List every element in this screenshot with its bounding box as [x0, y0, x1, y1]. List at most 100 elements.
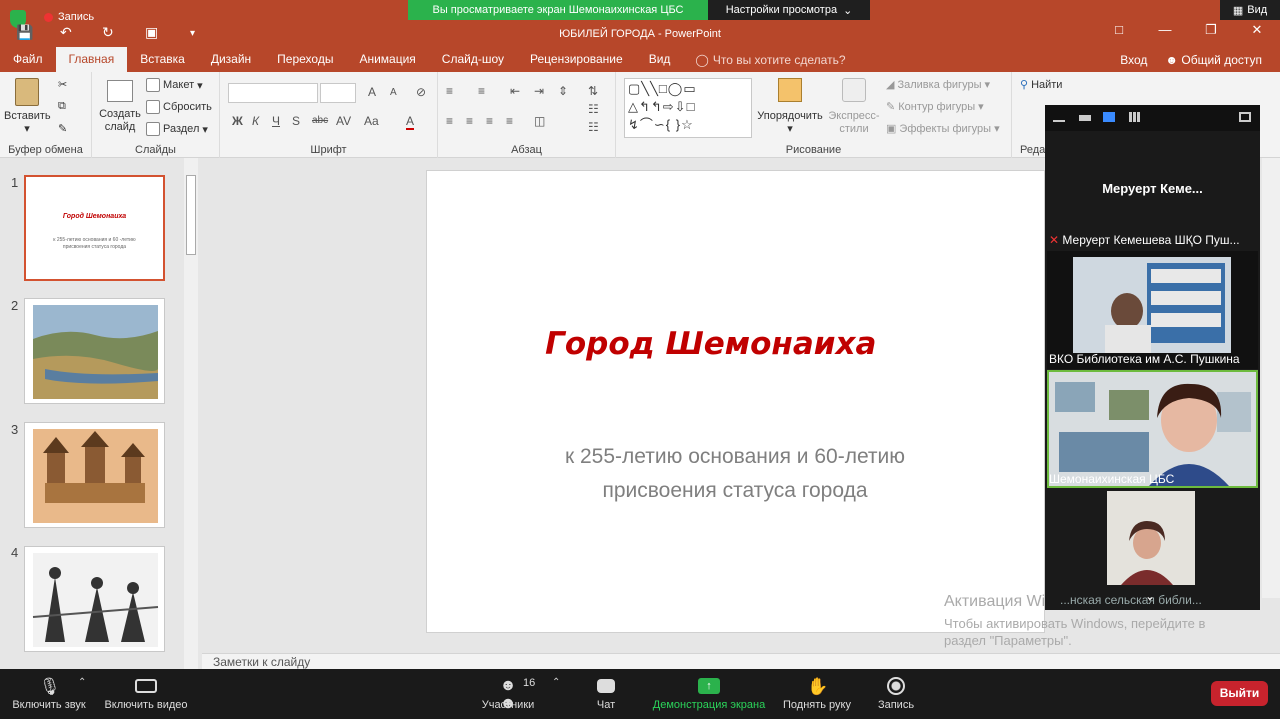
- justify-icon[interactable]: ≡: [506, 114, 513, 128]
- slide-subtitle[interactable]: к 255-летию основания и 60-летию присвое…: [470, 440, 1000, 508]
- view-button[interactable]: ▦ Вид: [1220, 0, 1280, 20]
- bullets-icon[interactable]: ≡: [446, 84, 453, 98]
- share-button[interactable]: ☻ Общий доступ: [1165, 53, 1262, 67]
- tab-slideshow[interactable]: Слайд-шоу: [429, 47, 517, 72]
- cut-icon[interactable]: ✂: [58, 78, 67, 91]
- person-icon: ☻: [1165, 52, 1182, 67]
- shrink-font-icon[interactable]: A: [390, 87, 397, 98]
- reset-label: Сбросить: [163, 101, 212, 113]
- tab-file[interactable]: Файл: [0, 47, 56, 72]
- quick-styles-icon: [842, 78, 866, 102]
- search-icon: ⚲: [1020, 79, 1029, 91]
- layout-button[interactable]: Макет ▾: [146, 78, 203, 92]
- convert-smartart-icon[interactable]: ☷: [588, 120, 599, 134]
- align-left-icon[interactable]: ≡: [446, 114, 453, 128]
- tab-design[interactable]: Дизайн: [198, 47, 264, 72]
- slide-scrollbar[interactable]: [1262, 158, 1280, 598]
- thumbnail-scrollbar-thumb[interactable]: [186, 175, 196, 255]
- font-size-select[interactable]: [320, 83, 356, 103]
- shape-effects-button[interactable]: ▣ Эффекты фигуры ▾: [886, 122, 1000, 136]
- align-center-icon[interactable]: ≡: [466, 114, 473, 128]
- reset-icon: [146, 100, 160, 114]
- participants-options-chevron-icon[interactable]: ⌃: [552, 677, 560, 688]
- shadow-button[interactable]: S: [292, 114, 300, 128]
- audio-options-chevron-icon[interactable]: ⌃: [78, 677, 86, 688]
- bold-button[interactable]: Ж: [232, 114, 243, 128]
- speaker-view-icon[interactable]: [1103, 112, 1115, 122]
- section-button[interactable]: Раздел ▾: [146, 122, 208, 136]
- participant-video-tile[interactable]: [1107, 491, 1195, 585]
- scroll-down-chevron-icon[interactable]: ⌄: [1145, 589, 1155, 603]
- slide-title[interactable]: Город Шемонаиха: [401, 326, 1020, 362]
- raise-hand-button[interactable]: ✋ Поднять руку: [778, 669, 856, 719]
- change-case-button[interactable]: Aa: [364, 114, 379, 128]
- participant-count: 16: [523, 677, 536, 689]
- find-button[interactable]: ⚲ Найти: [1020, 78, 1063, 92]
- gallery-view-icon[interactable]: [1129, 112, 1141, 122]
- decrease-indent-icon[interactable]: ⇤: [510, 84, 520, 98]
- font-family-select[interactable]: [228, 83, 318, 103]
- tab-animations[interactable]: Анимация: [346, 47, 428, 72]
- tab-transitions[interactable]: Переходы: [264, 47, 346, 72]
- shapes-gallery[interactable]: ▢╲╲□◯▭ △↰↰⇨⇩□ ↯⌒∽{ }☆: [624, 78, 752, 138]
- character-spacing-button[interactable]: AV: [336, 114, 351, 128]
- single-view-icon[interactable]: [1079, 115, 1091, 121]
- record-button[interactable]: Запись: [870, 669, 922, 719]
- muted-mic-icon: 🎙: [39, 677, 61, 696]
- slide-thumbnail-4[interactable]: [24, 546, 165, 652]
- italic-button[interactable]: К: [252, 114, 259, 128]
- find-label: Найти: [1031, 78, 1063, 91]
- popout-icon[interactable]: [1239, 112, 1251, 122]
- clear-formatting-icon[interactable]: ⊘: [416, 85, 426, 99]
- restore-icon[interactable]: ❐: [1188, 22, 1234, 38]
- start-video-button[interactable]: Включить видео: [100, 669, 192, 719]
- tab-review[interactable]: Рецензирование: [517, 47, 636, 72]
- increase-indent-icon[interactable]: ⇥: [534, 84, 544, 98]
- close-icon[interactable]: ✕: [1234, 22, 1280, 38]
- align-text-icon[interactable]: ☷: [588, 102, 599, 116]
- share-screen-button[interactable]: ↑ Демонстрация экрана: [648, 669, 770, 719]
- video-off-icon: [135, 679, 157, 693]
- start-video-label: Включить видео: [104, 699, 188, 711]
- reset-button[interactable]: Сбросить: [146, 100, 212, 114]
- align-right-icon[interactable]: ≡: [486, 114, 493, 128]
- numbering-icon[interactable]: ≡: [478, 84, 485, 98]
- participant-video-tile-active[interactable]: [1047, 370, 1258, 488]
- current-slide[interactable]: [426, 170, 1045, 633]
- copy-icon[interactable]: ⧉: [58, 100, 66, 113]
- sign-in-link[interactable]: Вход: [1120, 53, 1147, 67]
- ribbon-display-options-icon[interactable]: □: [1096, 22, 1142, 38]
- arrange-button[interactable]: Упорядочить ▾: [754, 78, 826, 136]
- chat-button[interactable]: Чат: [580, 669, 632, 719]
- line-spacing-icon[interactable]: ⇕: [558, 84, 568, 98]
- format-painter-icon[interactable]: ✎: [58, 122, 67, 135]
- effects-icon: ▣: [886, 123, 897, 135]
- font-color-button[interactable]: A: [406, 114, 415, 130]
- tab-view[interactable]: Вид: [636, 47, 684, 72]
- slide-thumbnail-3[interactable]: [24, 422, 165, 528]
- tab-home[interactable]: Главная: [55, 47, 128, 72]
- columns-icon[interactable]: ◫: [534, 114, 545, 128]
- underline-button[interactable]: Ч: [272, 114, 280, 128]
- strikethrough-button[interactable]: abc: [312, 115, 328, 126]
- shape-fill-button[interactable]: ◢ Заливка фигуры ▾: [886, 78, 990, 92]
- minimize-icon[interactable]: —: [1142, 22, 1188, 38]
- grow-font-icon[interactable]: A: [368, 85, 376, 99]
- new-slide-button[interactable]: Создать слайд: [96, 80, 144, 134]
- leave-meeting-button[interactable]: Выйти: [1211, 681, 1268, 706]
- text-direction-icon[interactable]: ⇅: [588, 84, 598, 98]
- paragraph-group: ≡ ≡ ⇤ ⇥ ⇕ ≡ ≡ ≡ ≡ ◫ ⇅ ☷ ☷ Абзац: [438, 72, 616, 158]
- quick-styles-button[interactable]: Экспресс-стили: [824, 78, 884, 136]
- record-label: Запись: [877, 699, 915, 711]
- notes-pane[interactable]: Заметки к слайду: [202, 653, 1280, 669]
- tab-insert[interactable]: Вставка: [127, 47, 198, 72]
- slide-thumbnail-2[interactable]: [24, 298, 165, 404]
- record-icon: [887, 677, 905, 695]
- view-options-button[interactable]: Настройки просмотра ⌄: [708, 0, 870, 20]
- slide-thumbnail-1[interactable]: Город Шемонаиха к 255-летию основания и …: [24, 175, 165, 281]
- paste-button[interactable]: Вставить ▾: [4, 78, 51, 136]
- shape-outline-button[interactable]: ✎ Контур фигуры ▾: [886, 100, 984, 114]
- muted-mic-icon: ✕: [1049, 233, 1063, 247]
- tell-me-search[interactable]: Что вы хотите сделать?: [709, 53, 846, 67]
- minimize-panel-icon[interactable]: [1053, 112, 1065, 122]
